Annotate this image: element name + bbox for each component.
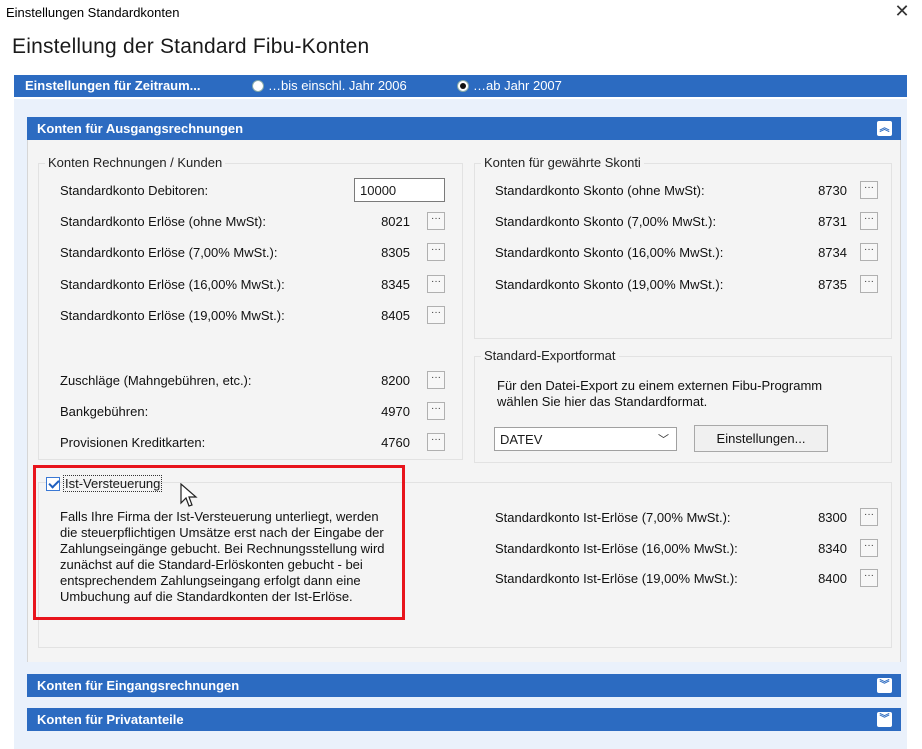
- radio-from-2007[interactable]: …ab Jahr 2007: [457, 78, 562, 93]
- radio-label-from-2007: …ab Jahr 2007: [473, 78, 562, 93]
- chevron-down-icon: ﹀: [658, 434, 669, 446]
- period-bar: Einstellungen für Zeitraum... …bis einsc…: [14, 75, 907, 97]
- section-header-ausgang[interactable]: Konten für Ausgangsrechnungen ︽: [27, 117, 901, 140]
- ist-erloese-19-label: Standardkonto Ist-Erlöse (19,00% MwSt.):: [495, 571, 738, 586]
- zuschlaege-value: 8200: [381, 373, 410, 388]
- ist-erloese-19-browse-button[interactable]: ···: [860, 569, 878, 587]
- export-description-line2: wählen Sie hier das Standardformat.: [497, 394, 708, 409]
- radio-dot-selected-icon: [457, 79, 469, 92]
- ist-erloese-7-label: Standardkonto Ist-Erlöse (7,00% MwSt.):: [495, 510, 731, 525]
- skonto-16-label: Standardkonto Skonto (16,00% MwSt.):: [495, 245, 724, 260]
- erloese-19-browse-button[interactable]: ···: [427, 306, 445, 324]
- skonto-16-browse-button[interactable]: ···: [860, 243, 878, 261]
- ist-erloese-16-label: Standardkonto Ist-Erlöse (16,00% MwSt.):: [495, 541, 738, 556]
- radio-label-until-2006: …bis einschl. Jahr 2006: [268, 78, 407, 93]
- export-format-select[interactable]: DATEV ﹀: [494, 427, 677, 451]
- export-format-value: DATEV: [500, 432, 543, 447]
- erloese-ohne-value: 8021: [381, 214, 410, 229]
- skonto-ohne-label: Standardkonto Skonto (ohne MwSt):: [495, 183, 705, 198]
- chevron-down-icon[interactable]: ︾: [877, 712, 892, 727]
- close-icon[interactable]: ✕: [892, 1, 912, 22]
- erloese-ohne-label: Standardkonto Erlöse (ohne MwSt):: [60, 214, 266, 229]
- skonto-7-value: 8731: [818, 214, 847, 229]
- window-titlebar: Einstellungen Standardkonten ✕: [0, 0, 922, 26]
- window-title: Einstellungen Standardkonten: [6, 5, 180, 20]
- erloese-ohne-browse-button[interactable]: ···: [427, 212, 445, 230]
- skonto-ohne-value: 8730: [818, 183, 847, 198]
- bankgebuehren-label: Bankgebühren:: [60, 404, 149, 419]
- provisionen-label: Provisionen Kreditkarten:: [60, 435, 206, 450]
- bankgebuehren-browse-button[interactable]: ···: [427, 402, 445, 420]
- skonto-19-label: Standardkonto Skonto (19,00% MwSt.):: [495, 277, 724, 292]
- ist-erloese-7-browse-button[interactable]: ···: [860, 508, 878, 526]
- chevron-down-icon[interactable]: ︾: [877, 678, 892, 693]
- provisionen-value: 4760: [381, 435, 410, 450]
- erloese-16-browse-button[interactable]: ···: [427, 275, 445, 293]
- ist-erloese-16-value: 8340: [818, 541, 847, 556]
- debitoren-label: Standardkonto Debitoren:: [60, 183, 209, 198]
- section-header-privat[interactable]: Konten für Privatanteile ︾: [27, 708, 901, 731]
- erloese-16-label: Standardkonto Erlöse (16,00% MwSt.):: [60, 277, 285, 292]
- skonto-19-browse-button[interactable]: ···: [860, 275, 878, 293]
- skonto-19-value: 8735: [818, 277, 847, 292]
- provisionen-browse-button[interactable]: ···: [427, 433, 445, 451]
- skonto-7-browse-button[interactable]: ···: [860, 212, 878, 230]
- zuschlaege-label: Zuschläge (Mahngebühren, etc.):: [60, 373, 252, 388]
- mouse-pointer-icon: [180, 483, 198, 507]
- radio-until-2006[interactable]: …bis einschl. Jahr 2006: [252, 78, 407, 93]
- erloese-7-value: 8305: [381, 245, 410, 260]
- ist-erloese-7-value: 8300: [818, 510, 847, 525]
- export-description-line1: Für den Datei-Export zu einem externen F…: [497, 378, 823, 393]
- page-title: Einstellung der Standard Fibu-Konten: [12, 35, 370, 58]
- group-title-export: Standard-Exportformat: [481, 348, 619, 363]
- highlight-frame: [33, 465, 405, 620]
- period-label: Einstellungen für Zeitraum...: [25, 78, 201, 93]
- group-title-kunden: Konten Rechnungen / Kunden: [45, 155, 226, 170]
- skonto-16-value: 8734: [818, 245, 847, 260]
- bankgebuehren-value: 4970: [381, 404, 410, 419]
- ist-erloese-19-value: 8400: [818, 571, 847, 586]
- erloese-16-value: 8345: [381, 277, 410, 292]
- radio-dot-icon: [252, 79, 264, 92]
- zuschlaege-browse-button[interactable]: ···: [427, 371, 445, 389]
- skonto-ohne-browse-button[interactable]: ···: [860, 181, 878, 199]
- section-title-privat: Konten für Privatanteile: [37, 712, 184, 727]
- section-title-eingang: Konten für Eingangsrechnungen: [37, 678, 240, 693]
- ist-erloese-16-browse-button[interactable]: ···: [860, 539, 878, 557]
- skonto-7-label: Standardkonto Skonto (7,00% MwSt.):: [495, 214, 717, 229]
- chevron-up-icon[interactable]: ︽: [877, 121, 892, 136]
- erloese-19-label: Standardkonto Erlöse (19,00% MwSt.):: [60, 308, 285, 323]
- section-title-ausgang: Konten für Ausgangsrechnungen: [37, 121, 244, 136]
- debitoren-input[interactable]: 10000: [354, 178, 445, 202]
- erloese-19-value: 8405: [381, 308, 410, 323]
- section-header-eingang[interactable]: Konten für Eingangsrechnungen ︾: [27, 674, 901, 697]
- erloese-7-label: Standardkonto Erlöse (7,00% MwSt.):: [60, 245, 278, 260]
- group-title-skonti: Konten für gewährte Skonti: [481, 155, 644, 170]
- export-settings-button[interactable]: Einstellungen...: [694, 425, 828, 452]
- erloese-7-browse-button[interactable]: ···: [427, 243, 445, 261]
